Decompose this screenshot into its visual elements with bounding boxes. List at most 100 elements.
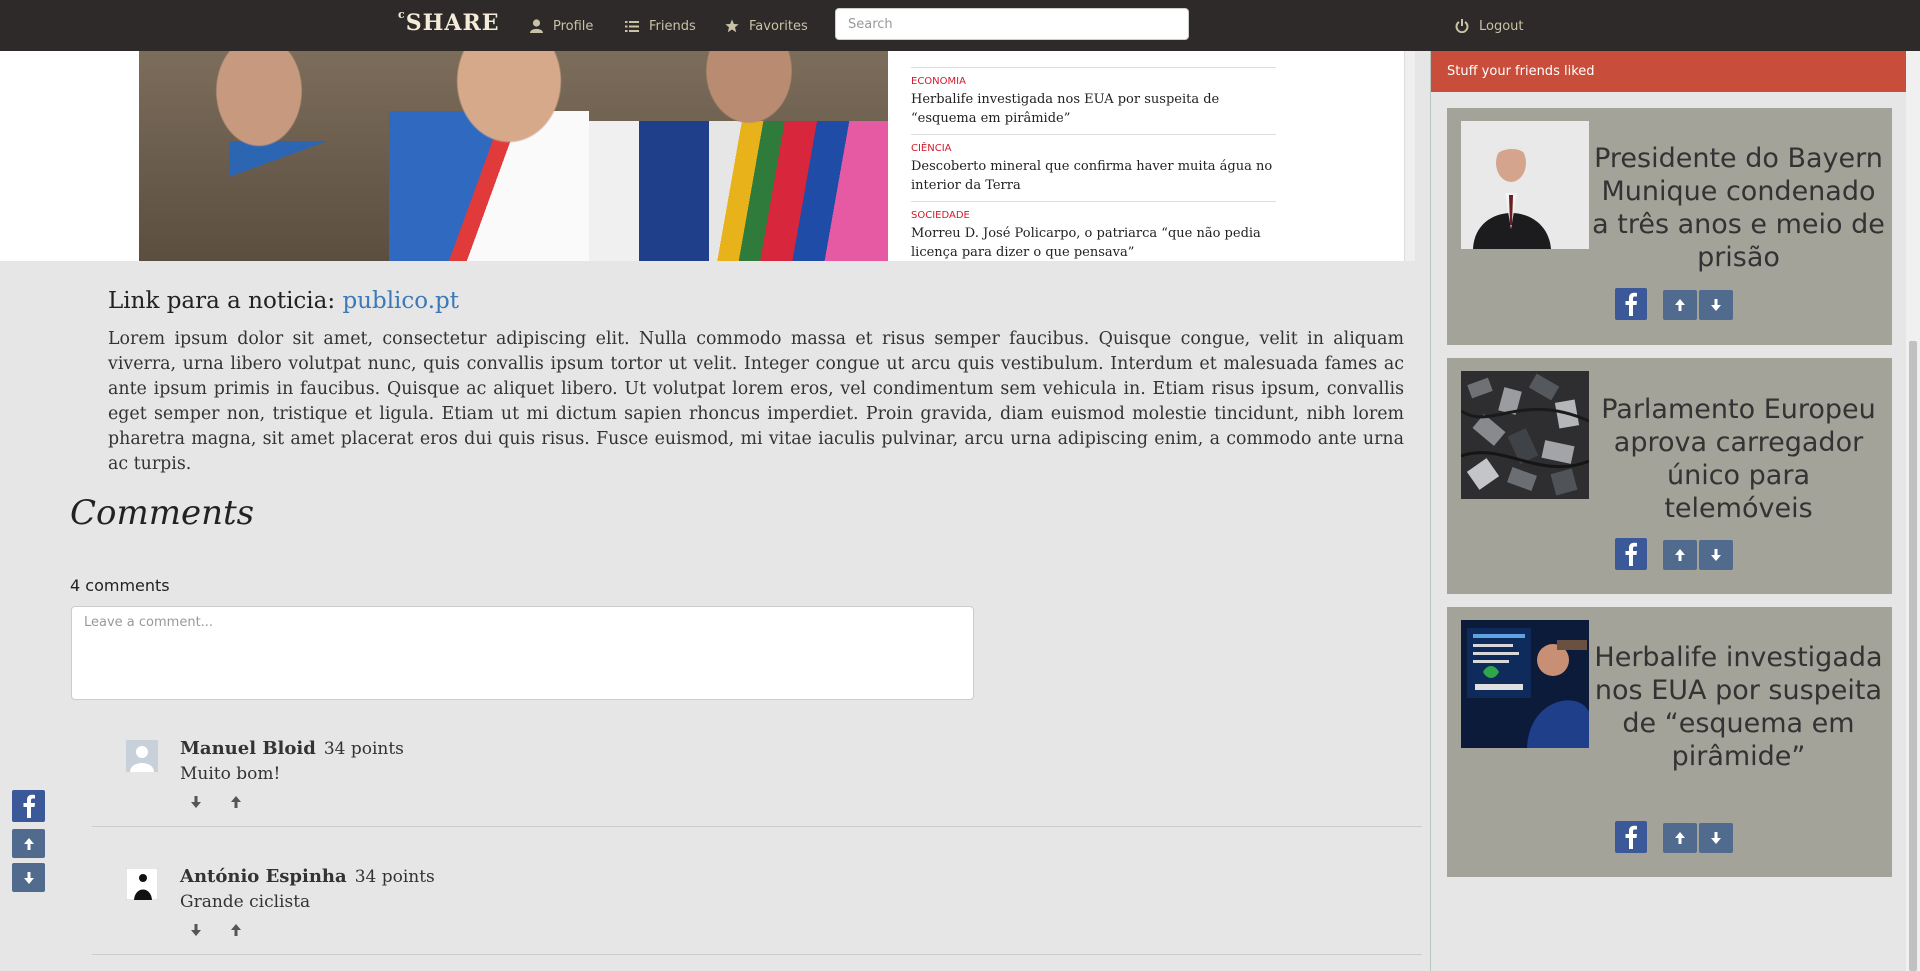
stock-exchange-photo-icon [1461,620,1589,748]
facebook-share-button[interactable] [1615,288,1647,320]
article-link-prefix: Link para a noticia: [108,288,343,314]
comments-heading: Comments [70,493,255,533]
arrow-up-icon [1675,832,1685,844]
person-photo-icon [1461,121,1589,249]
article-photo [139,51,888,261]
arrow-up-icon [23,837,34,850]
comment-input[interactable] [71,606,974,700]
article-source-link[interactable]: publico.pt [342,288,459,314]
comments-count: 4 comments [70,576,170,595]
user-photo-icon [126,868,158,900]
default-avatar-icon [126,740,158,772]
news-title: Herbalife investigada nos EUA por suspei… [911,92,1220,126]
card-thumbnail[interactable] [1461,371,1589,499]
brand-logo-text: SHARE [405,10,500,36]
card-title[interactable]: Parlamento Europeu aprova carregador úni… [1591,393,1886,525]
arrow-up-icon [1675,299,1685,311]
arrow-down-icon [191,924,201,936]
comment-points: 34 points [354,867,435,887]
comment-author[interactable]: António Espinha 34 points [180,866,435,887]
downvote-button[interactable] [1699,540,1733,570]
arrow-down-icon [1711,832,1721,844]
liked-card[interactable]: Presidente do Bayern Munique condenado a… [1447,108,1892,345]
avatar[interactable] [126,740,158,772]
card-thumbnail[interactable] [1461,620,1589,748]
list-header-strip [911,51,1276,67]
facebook-share-button[interactable] [1615,821,1647,853]
liked-card[interactable]: Parlamento Europeu aprova carregador úni… [1447,358,1892,594]
article-preview[interactable]: ECONOMIA Herbalife investigada nos EUA p… [0,51,1414,261]
facebook-icon [1625,292,1637,316]
navbar: cSHARE Profile Friends Favorites Logout [0,0,1920,51]
article-link-line: Link para a noticia: publico.pt [108,288,459,314]
upvote-button[interactable] [228,922,244,938]
nav-profile-label: Profile [553,18,594,34]
arrow-down-icon [1711,549,1721,561]
comment-item: Manuel Bloid 34 points Muito bom! [92,738,1422,827]
chargers-photo-icon [1461,371,1589,499]
facebook-icon [23,794,35,818]
comment-author-name: António Espinha [180,866,347,887]
liked-card[interactable]: Herbalife investigada nos EUA por suspei… [1447,607,1892,877]
sidebar-header: Stuff your friends liked [1431,51,1907,92]
arrow-down-icon [1711,299,1721,311]
nav-logout[interactable]: Logout [1455,16,1524,36]
nav-logout-label: Logout [1479,18,1524,34]
page-scrollbar-thumb[interactable] [1909,341,1917,971]
comment-text: Grande ciclista [180,892,311,912]
downvote-button[interactable] [1699,823,1733,853]
facebook-icon [1625,542,1637,566]
search-input[interactable] [835,8,1189,40]
news-title: Descoberto mineral que confirma haver mu… [911,159,1273,193]
news-category: SOCIEDADE [911,210,970,221]
nav-favorites-label: Favorites [749,18,808,34]
nav-favorites[interactable]: Favorites [725,16,808,36]
downvote-button[interactable] [188,922,204,938]
nav-profile[interactable]: Profile [530,16,593,36]
arrow-up-icon [231,924,241,936]
power-icon [1455,19,1469,33]
facebook-share-button[interactable] [12,790,45,822]
nav-friends[interactable]: Friends [625,16,696,36]
preview-scrollbar[interactable] [1404,51,1415,261]
downvote-button[interactable] [1699,290,1733,320]
news-item[interactable]: ECONOMIA Herbalife investigada nos EUA p… [911,67,1276,134]
avatar[interactable] [126,868,158,900]
card-title[interactable]: Herbalife investigada nos EUA por suspei… [1591,641,1886,773]
card-title[interactable]: Presidente do Bayern Munique condenado a… [1591,142,1886,274]
news-category: CIÊNCIA [911,143,952,154]
comment-text: Muito bom! [180,764,281,784]
comment-author-name: Manuel Bloid [180,738,316,759]
downvote-article-button[interactable] [12,863,45,892]
facebook-share-button[interactable] [1615,538,1647,570]
user-icon [530,19,543,33]
news-item[interactable]: SOCIEDADE Morreu D. José Policarpo, o pa… [911,201,1276,261]
arrow-down-icon [191,796,201,808]
most-read-list: ECONOMIA Herbalife investigada nos EUA p… [911,51,1276,261]
arrow-down-icon [23,871,34,884]
arrow-up-icon [1675,549,1685,561]
news-category: ECONOMIA [911,76,966,87]
card-thumbnail[interactable] [1461,121,1589,249]
upvote-button[interactable] [1663,823,1697,853]
upvote-button[interactable] [1663,540,1697,570]
upvote-button[interactable] [228,794,244,810]
comment-item: António Espinha 34 points Grande ciclista [92,866,1422,955]
friends-liked-sidebar: Stuff your friends liked Presidente do B… [1430,51,1907,971]
downvote-button[interactable] [188,794,204,810]
news-title: Morreu D. José Policarpo, o patriarca “q… [911,226,1261,260]
article-body: Lorem ipsum dolor sit amet, consectetur … [108,329,1404,474]
arrow-up-icon [231,796,241,808]
nav-friends-label: Friends [649,18,696,34]
news-item[interactable]: CIÊNCIA Descoberto mineral que confirma … [911,134,1276,201]
upvote-article-button[interactable] [12,829,45,858]
brand-logo[interactable]: cSHARE [398,7,500,36]
upvote-button[interactable] [1663,290,1697,320]
comment-points: 34 points [323,739,404,759]
star-icon [725,19,739,33]
comment-author[interactable]: Manuel Bloid 34 points [180,738,404,759]
list-icon [625,20,639,32]
page-scrollbar[interactable] [1906,51,1920,971]
facebook-icon [1625,825,1637,849]
brand-logo-sup: c [398,7,406,21]
